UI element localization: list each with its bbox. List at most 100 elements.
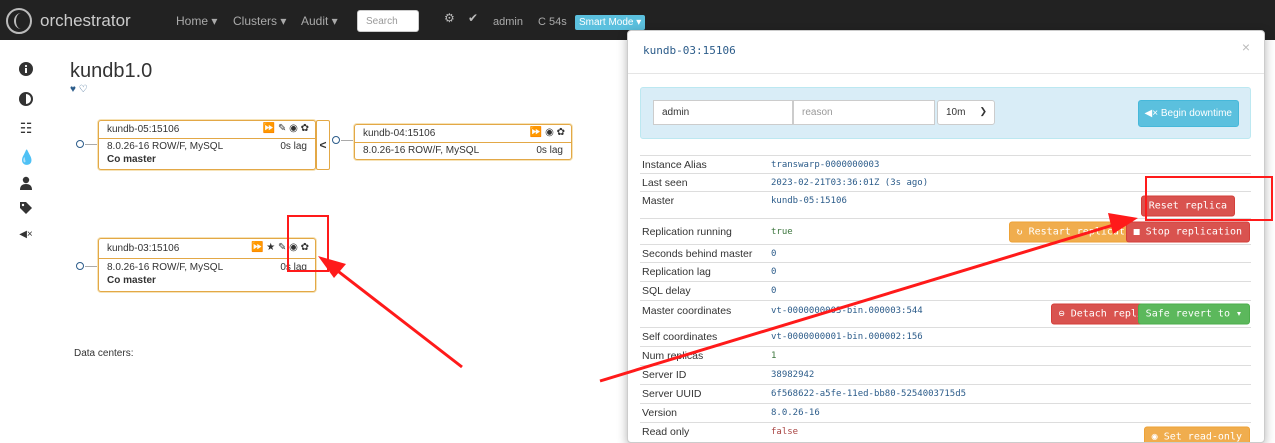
downtime-duration-select[interactable]: 10m ❯ <box>937 100 995 125</box>
search-input[interactable]: Search <box>357 10 419 32</box>
refresh-countdown[interactable]: C 54s <box>538 16 567 28</box>
node-version: 8.0.26-16 ROW/F, MySQL <box>363 145 480 156</box>
node-drop-target[interactable] <box>76 262 84 270</box>
begin-downtime-label: Begin downtime <box>1160 108 1232 119</box>
user-icon[interactable] <box>18 176 34 192</box>
node-name: kundb-04:15106 <box>363 128 436 139</box>
node-name: kundb-05:15106 <box>107 124 180 135</box>
nav-home[interactable]: Home ▾ <box>176 14 217 28</box>
info-icon[interactable] <box>18 62 34 78</box>
gear-icon[interactable]: ⚙ <box>444 11 455 25</box>
row-value: 2023-02-21T03:36:01Z (3s ago) <box>757 173 1251 192</box>
table-row: Instance Alias transwarp-0000000003 <box>640 155 1251 174</box>
node-divider <box>355 142 571 143</box>
safe-revert-dropdown[interactable]: Safe revert to ▾ <box>1137 303 1250 325</box>
brand[interactable]: orchestrator <box>6 8 131 34</box>
check-circle-icon[interactable]: ✔ <box>468 11 478 25</box>
cluster-favorite-icons[interactable]: ♥ ♡ <box>70 84 88 95</box>
row-label: Master coordinates <box>640 300 757 328</box>
datacenters-label: Data centers: <box>74 348 134 359</box>
node-role: Co master <box>107 154 156 165</box>
downtime-owner-input[interactable]: admin <box>653 100 793 125</box>
table-row: Master coordinates vt-0000000003-bin.000… <box>640 300 1251 328</box>
node-action-icons[interactable]: ⏩ ✎ ◉ ✿ <box>263 123 309 134</box>
node-version: 8.0.26-16 ROW/F, MySQL <box>107 141 224 152</box>
row-value: transwarp-0000000003 <box>757 155 1251 174</box>
set-read-only-label: Set read-only <box>1163 431 1242 443</box>
node-connector <box>85 144 97 145</box>
table-row: Read only false ◉ Set read-only <box>640 422 1251 443</box>
row-label: Server ID <box>640 365 757 385</box>
row-value: 0 <box>757 262 1251 282</box>
row-label: Replication running <box>640 218 757 245</box>
table-row: Server ID 38982942 <box>640 365 1251 385</box>
node-action-icons[interactable]: ⏩ ◉ ✿ <box>530 127 565 138</box>
collapse-replicas-button[interactable]: < <box>316 120 330 170</box>
row-value: false <box>771 427 799 438</box>
row-value-cell: false ◉ Set read-only <box>757 422 1251 443</box>
master-link[interactable]: kundb-05:15106 <box>771 196 847 206</box>
instance-modal: kundb-03:15106 × admin reason 10m ❯ ◀× B… <box>627 30 1265 443</box>
row-value: vt-0000000003-bin.000003:544 <box>771 306 923 316</box>
row-label: Last seen <box>640 173 757 192</box>
nav-audit[interactable]: Audit ▾ <box>301 14 338 28</box>
downtime-reason-input[interactable]: reason <box>793 100 935 125</box>
mute-icon: ◀× <box>1144 108 1159 119</box>
stop-icon: ■ <box>1133 226 1140 237</box>
table-row: Last seen 2023-02-21T03:36:01Z (3s ago) <box>640 173 1251 192</box>
set-read-only-button[interactable]: ◉ Set read-only <box>1143 426 1250 443</box>
row-value: 0 <box>757 244 1251 263</box>
node-lag: 0s lag <box>280 262 307 273</box>
table-row: Master kundb-05:15106 Reset replica <box>640 191 1251 219</box>
table-row: Seconds behind master 0 <box>640 244 1251 263</box>
tag-icon[interactable] <box>18 201 34 217</box>
node-name: kundb-03:15106 <box>107 243 180 254</box>
node-divider <box>99 258 315 259</box>
table-row: SQL delay 0 <box>640 281 1251 301</box>
row-value: true <box>771 226 793 237</box>
drop-icon[interactable]: 💧 <box>18 150 35 164</box>
close-icon[interactable]: × <box>1242 39 1250 55</box>
stop-replication-label: Stop replication <box>1145 226 1242 237</box>
row-value-cell: kundb-05:15106 Reset replica <box>757 191 1251 219</box>
node-divider <box>99 138 315 139</box>
row-label: Self coordinates <box>640 327 757 347</box>
row-label: Version <box>640 403 757 423</box>
smart-mode-dropdown[interactable]: Smart Mode ▾ <box>575 15 646 30</box>
brand-name: orchestrator <box>40 11 131 30</box>
downtime-panel: admin reason 10m ❯ ◀× Begin downtime <box>640 87 1251 139</box>
user-name[interactable]: admin <box>493 16 523 28</box>
node-kundb-03[interactable]: kundb-03:15106 ⏩ ★ ✎ ◉ ✿ 8.0.26-16 ROW/F… <box>98 238 316 292</box>
row-value: 38982942 <box>757 365 1251 385</box>
row-label: Read only <box>640 422 757 442</box>
node-connector <box>341 140 353 141</box>
row-label: Instance Alias <box>640 155 757 174</box>
row-value-cell: vt-0000000003-bin.000003:544 ⊖ Detach re… <box>757 300 1251 328</box>
row-value: vt-0000000001-bin.000002:156 <box>757 327 1251 347</box>
node-kundb-04[interactable]: kundb-04:15106 ⏩ ◉ ✿ 8.0.26-16 ROW/F, My… <box>354 124 572 160</box>
contrast-icon[interactable] <box>18 92 34 108</box>
row-label: SQL delay <box>640 281 757 301</box>
node-drop-target[interactable] <box>76 140 84 148</box>
row-label: Server UUID <box>640 384 757 404</box>
row-value: 1 <box>757 346 1251 366</box>
stop-replication-button[interactable]: ■ Stop replication <box>1125 221 1250 242</box>
row-label: Master <box>640 191 757 219</box>
node-kundb-05[interactable]: kundb-05:15106 ⏩ ✎ ◉ ✿ 8.0.26-16 ROW/F, … <box>98 120 316 170</box>
nav-clusters[interactable]: Clusters ▾ <box>233 14 286 28</box>
table-row: Self coordinates vt-0000000001-bin.00000… <box>640 327 1251 347</box>
table-row: Version 8.0.26-16 <box>640 403 1251 423</box>
row-label: Replication lag <box>640 262 757 282</box>
reset-replica-button[interactable]: Reset replica <box>1140 195 1235 217</box>
begin-downtime-button[interactable]: ◀× Begin downtime <box>1137 100 1239 127</box>
table-row: Replication running true ↻ Restart repli… <box>640 218 1251 245</box>
mute-icon[interactable]: ◀× <box>18 228 34 242</box>
row-value: 6f568622-a5fe-11ed-bb80-5254003715d5 <box>757 384 1251 404</box>
list-icon[interactable]: ☷ <box>18 121 34 135</box>
node-drop-target[interactable] <box>332 136 340 144</box>
cluster-title: kundb1.0 <box>70 60 153 82</box>
row-value-cell: true ↻ Restart replication ■ Stop replic… <box>757 218 1251 245</box>
node-action-icons[interactable]: ⏩ ★ ✎ ◉ ✿ <box>251 242 309 253</box>
chevron-down-icon: ❯ <box>979 106 987 116</box>
row-value: 0 <box>757 281 1251 301</box>
